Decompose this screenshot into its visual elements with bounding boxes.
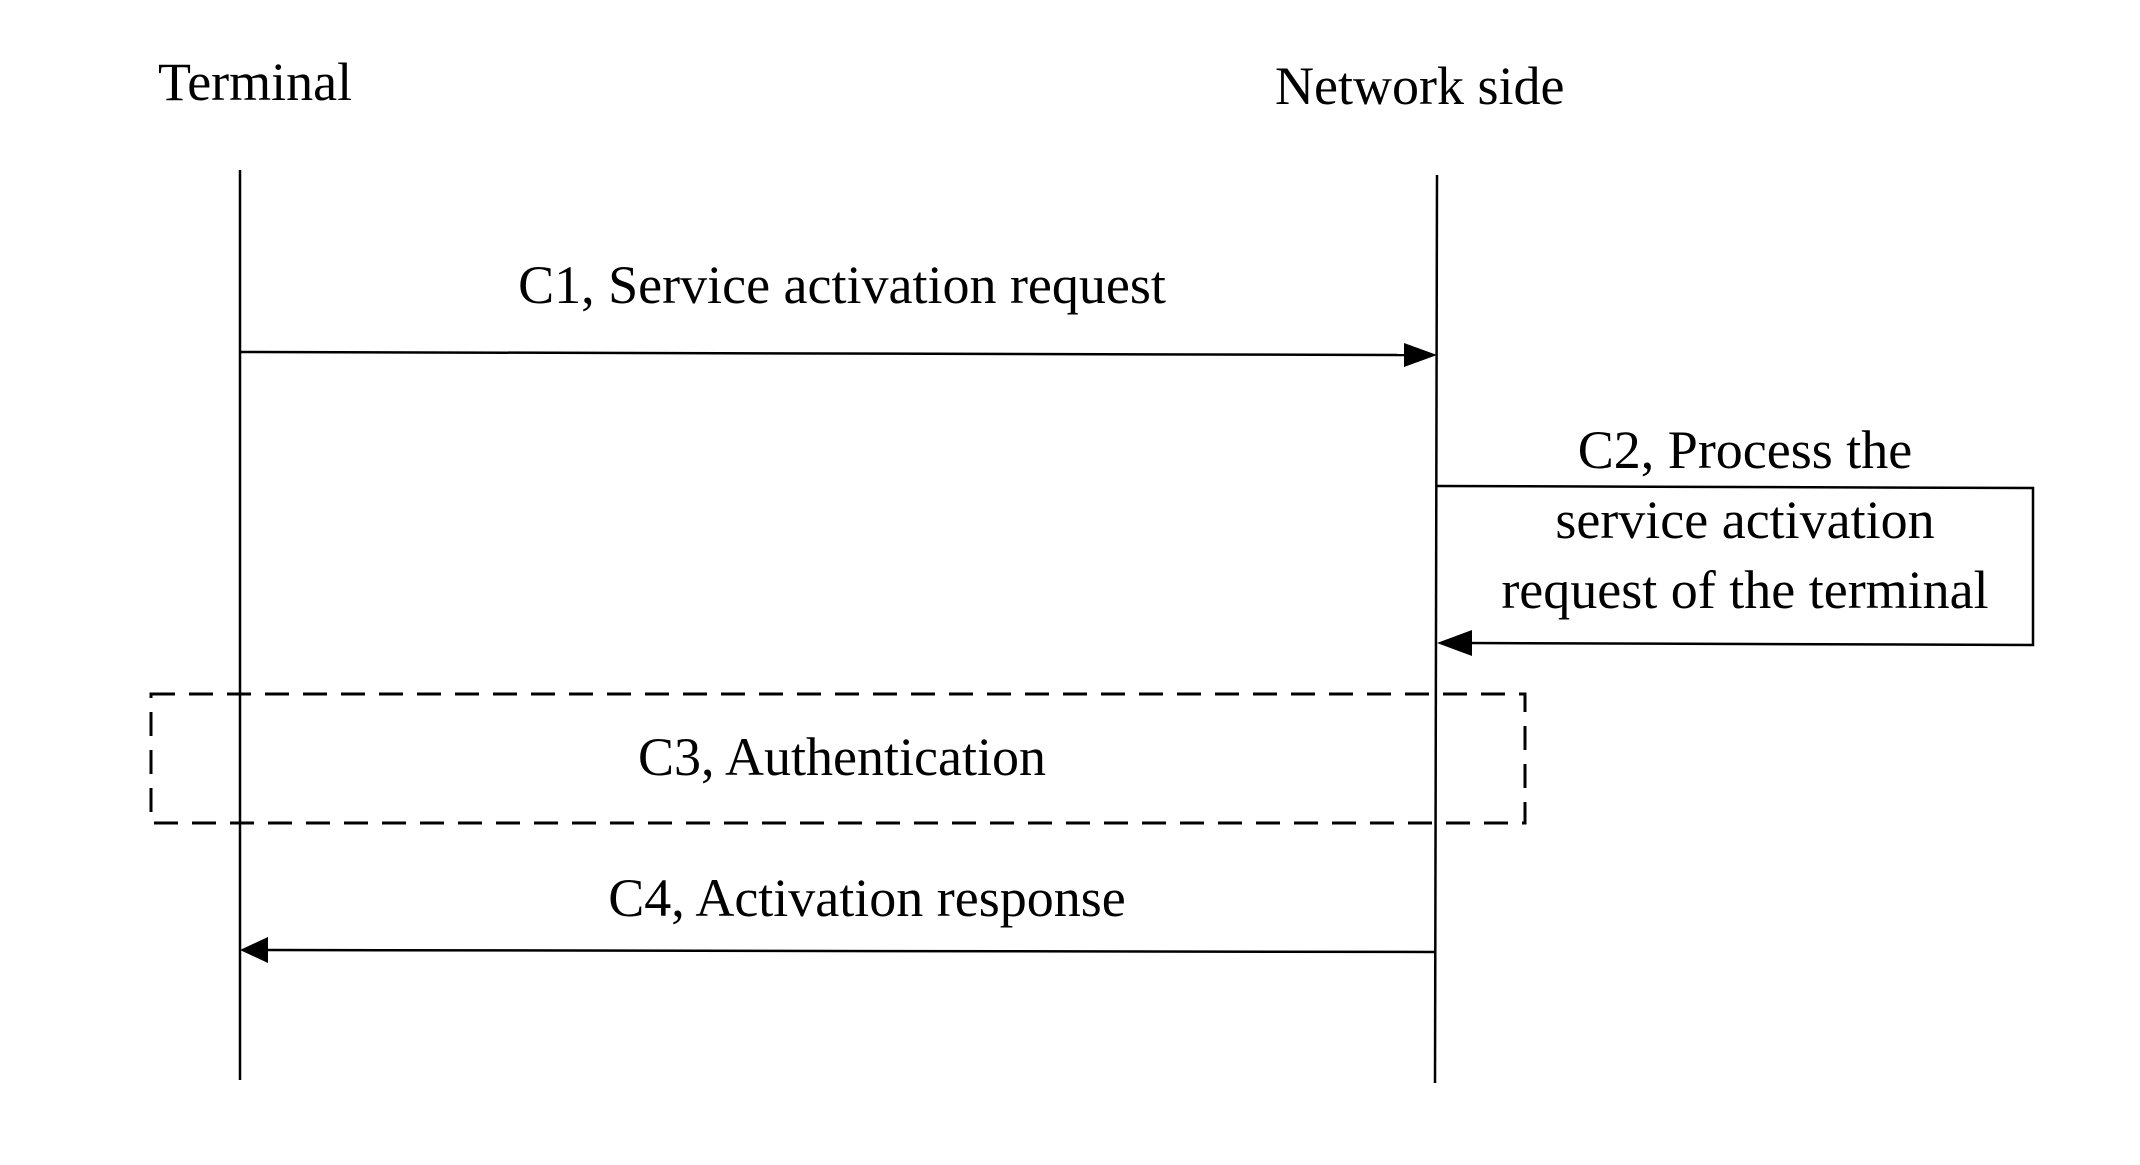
- message-c4: C4, Activation response: [240, 868, 1436, 963]
- process-c2: C2, Process the service activation reque…: [1435, 420, 2035, 656]
- interaction-block-c3: C3, Authentication: [149, 692, 1527, 825]
- arrowhead-left-icon: [1437, 630, 1472, 656]
- arrowhead-right-icon: [1404, 343, 1437, 367]
- message-c4-label: C4, Activation response: [608, 868, 1125, 928]
- message-c1-line: [239, 350, 1411, 357]
- process-c2-label-line-2: service activation: [1555, 490, 1934, 550]
- participant-network-label: Network side: [1275, 56, 1564, 116]
- process-c2-label-line-1: C2, Process the: [1578, 420, 1912, 480]
- message-c4-line: [267, 948, 1436, 954]
- message-c1-label: C1, Service activation request: [518, 255, 1166, 315]
- sequence-diagram: Terminal Network side C1, Service activa…: [149, 52, 2035, 1084]
- arrowhead-left-icon: [240, 937, 268, 963]
- network-lifeline: [1433, 174, 1439, 1084]
- message-c1: C1, Service activation request: [239, 255, 1437, 367]
- participant-terminal-label: Terminal: [158, 52, 352, 112]
- process-c2-label-line-3: request of the terminal: [1501, 560, 1988, 620]
- interaction-block-c3-label: C3, Authentication: [638, 727, 1046, 787]
